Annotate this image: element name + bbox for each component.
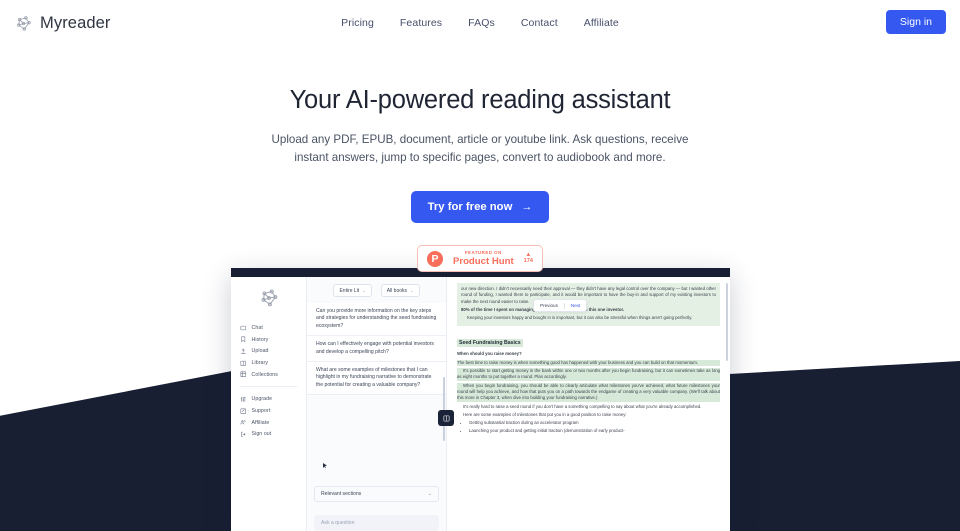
nav-item-features[interactable]: Features [400,17,442,29]
filter-label: Entire Lit [339,287,360,294]
filter-label: All books [386,287,408,294]
sidebar-item-label: Library [251,359,269,366]
page-navigation-toolbar: Previous Next [533,299,588,312]
doc-paragraph: our new direction. I didn't necessarily … [461,286,716,304]
sidebar-item-label: Sign out [251,431,272,438]
doc-paragraph: When you begin fundraising, you should b… [457,382,720,402]
list-item[interactable]: Can you provide more information on the … [307,303,446,337]
arrow-right-icon: → [521,201,533,213]
filter-all-books[interactable]: All books ⌄ [380,284,420,297]
nav-item-contact[interactable]: Contact [521,17,558,29]
doc-paragraph: It's really hard to raise a seed round i… [463,403,702,409]
product-hunt-featured-label: FEATURED ON [464,249,502,255]
try-for-free-button[interactable]: Try for free now → [410,191,550,223]
chevron-down-icon: ⌄ [410,288,414,293]
sidebar-item-label: Affiliate [251,419,270,426]
background-wedge-right [718,361,960,531]
relevant-sections-dropdown[interactable]: Relevant sections ⌄ [314,486,439,502]
filter-entire-list[interactable]: Entire Lit ⌄ [333,284,372,297]
product-hunt-logo-icon: P [427,250,443,267]
doc-heading: Seed Fundraising Basics [457,339,523,348]
sidebar-item-label: Support [251,407,271,414]
question-text: How can I effectively engage with potent… [316,341,434,355]
chat-panel: Entire Lit ⌄ All books ⌄ Can you provide… [307,277,454,531]
sidebar-item-history[interactable]: History [231,334,306,346]
sidebar-item-label: Upgrade [251,396,273,403]
sidebar-item-label: Chat [251,324,263,331]
list-item[interactable]: How can I effectively engage with potent… [307,336,446,363]
product-hunt-vote-count: 174 [523,258,533,265]
next-button[interactable]: Next [569,302,582,309]
product-hunt-name: Product Hunt [452,255,514,267]
doc-paragraph: The best time to raise money is when som… [457,359,720,367]
background-wedge-left [0,371,232,531]
sidebar-item-support[interactable]: Support [231,405,306,417]
sidebar-item-upgrade[interactable]: Upgrade [231,393,306,405]
chat-icon [240,325,246,330]
users-icon [240,420,246,425]
brain-network-icon [261,289,277,307]
book-icon [240,360,246,366]
sidebar-item-label: History [251,336,269,343]
app-sidebar: Chat History Upload Library Collections … [231,277,307,531]
expand-panel-button[interactable] [438,410,454,426]
list-item[interactable]: What are some examples of milestones tha… [307,362,446,396]
nav-item-pricing[interactable]: Pricing [341,17,374,29]
doc-paragraph: It's possible to start getting money in … [457,368,720,381]
doc-emphasis: 80% of the time I spent on managing inve… [461,306,625,312]
previous-button[interactable]: Previous [538,302,560,309]
upload-icon [241,348,246,354]
hero-section: Your AI-powered reading assistant Upload… [0,86,960,272]
sidebar-item-label: Collections [251,371,278,378]
chevron-down-icon: ⌄ [427,491,432,497]
toolbar-divider [563,302,565,309]
product-hunt-badge[interactable]: P FEATURED ON Product Hunt ▲ 174 [417,245,543,272]
sidebar-item-chat[interactable]: Chat [231,322,306,334]
suggested-questions-list: Can you provide more information on the … [307,303,446,486]
logout-icon [241,431,246,437]
doc-bullet-list: Getting substantial traction during an a… [469,420,720,434]
site-header: Myreader Pricing Features FAQs Contact A… [0,0,960,46]
ask-question-input[interactable]: Ask a question [314,515,439,531]
sign-in-button[interactable]: Sign in [885,10,946,34]
question-text: Can you provide more information on the … [316,308,437,329]
doc-paragraph: Keeping your investors happy and bought … [467,315,693,321]
page-title: Your AI-powered reading assistant [289,86,671,114]
sidebar-item-label: Upload [251,348,269,355]
document-scrollbar[interactable] [726,283,728,361]
nav-item-affiliate[interactable]: Affiliate [584,17,619,29]
sidebar-item-affiliate[interactable]: Affiliate [231,417,306,429]
list-item: Launching your product and getting initi… [469,428,720,434]
doc-subheading: When should you raise money? [457,351,522,357]
hero-subtitle: Upload any PDF, EPUB, document, article … [271,133,689,164]
doc-paragraph: Here are some examples of milestones tha… [463,411,627,417]
sidebar-item-upload[interactable]: Upload [231,345,306,357]
list-item: Getting substantial traction during an a… [469,420,720,426]
landing-page: Myreader Pricing Features FAQs Contact A… [0,0,960,531]
bookmark-icon [241,336,246,343]
sidebar-item-collections[interactable]: Collections [231,369,306,381]
document-viewer: our new direction. I didn't necessarily … [447,277,730,531]
question-text: What are some examples of milestones tha… [316,367,432,388]
cta-label: Try for free now [427,201,513,213]
highlighted-passage: our new direction. I didn't necessarily … [457,283,720,327]
relevant-sections-label: Relevant sections [321,491,362,497]
sidebar-divider [240,386,297,388]
chat-scrollbar[interactable] [442,377,445,441]
grid-icon [240,371,246,378]
expand-panel-icon [443,415,449,421]
edit-square-icon [240,408,246,414]
sidebar-item-library[interactable]: Library [231,357,306,369]
chevron-down-icon: ⌄ [362,288,366,293]
main-nav: Pricing Features FAQs Contact Affiliate [0,17,960,29]
sliders-icon [240,396,246,402]
app-preview: Chat History Upload Library Collections … [231,268,730,531]
sidebar-item-sign-out[interactable]: Sign out [231,429,306,441]
nav-item-faqs[interactable]: FAQs [468,17,495,29]
